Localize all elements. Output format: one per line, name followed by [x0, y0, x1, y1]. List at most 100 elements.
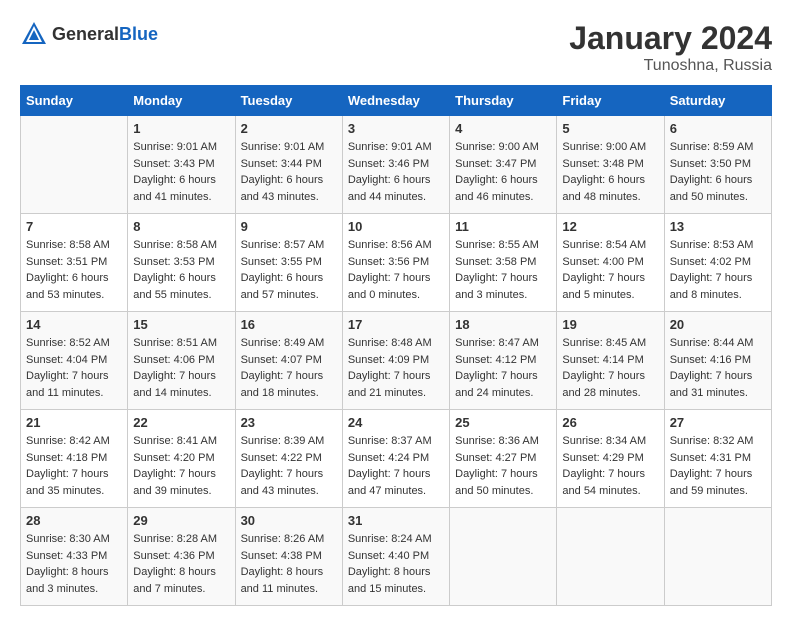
cell-week4-day6: 27Sunrise: 8:32 AMSunset: 4:31 PMDayligh… [664, 410, 771, 508]
cell-week5-day6 [664, 508, 771, 606]
location: Tunoshna, Russia [569, 57, 772, 75]
col-thursday: Thursday [450, 86, 557, 116]
cell-week5-day2: 30 Sunrise: 8:26 AMSunset: 4:38 PMDayligh… [235, 508, 342, 606]
cell-week2-day3: 10Sunrise: 8:56 AMSunset: 3:56 PMDayligh… [342, 214, 449, 312]
day-info: Sunrise: 8:55 AMSunset: 3:58 PMDaylight:… [455, 237, 551, 303]
day-number: 26 [562, 415, 658, 430]
cell-week4-day1: 22 Sunrise: 8:41 AMSunset: 4:20 PMDayligh… [128, 410, 235, 508]
cell-week2-day1: 8 Sunrise: 8:58 AMSunset: 3:53 PMDaylight… [128, 214, 235, 312]
cell-week3-day1: 15 Sunrise: 8:51 AMSunset: 4:06 PMDayligh… [128, 312, 235, 410]
cell-week2-day5: 12Sunrise: 8:54 AMSunset: 4:00 PMDayligh… [557, 214, 664, 312]
day-number: 10 [348, 219, 444, 234]
logo-text-blue: Blue [119, 24, 158, 44]
day-info: Sunrise: 8:58 AMSunset: 3:51 PMDaylight:… [26, 237, 122, 303]
calendar-row-4: 21 Sunrise: 8:42 AMSunset: 4:18 PMDayligh… [21, 410, 772, 508]
day-info: Sunrise: 8:39 AMSunset: 4:22 PMDaylight:… [241, 433, 337, 499]
cell-week4-day5: 26 Sunrise: 8:34 AMSunset: 4:29 PMDayligh… [557, 410, 664, 508]
day-info: Sunrise: 8:26 AMSunset: 4:38 PMDaylight:… [241, 531, 337, 597]
day-info: Sunrise: 8:47 AMSunset: 4:12 PMDaylight:… [455, 335, 551, 401]
title-block: January 2024 Tunoshna, Russia [569, 20, 772, 75]
day-info: Sunrise: 8:24 AMSunset: 4:40 PMDaylight:… [348, 531, 444, 597]
logo-text-general: General [52, 24, 119, 44]
cell-week1-day5: 5Sunrise: 9:00 AMSunset: 3:48 PMDaylight… [557, 116, 664, 214]
day-number: 24 [348, 415, 444, 430]
calendar-row-1: 1 Sunrise: 9:01 AMSunset: 3:43 PMDaylight… [21, 116, 772, 214]
cell-week3-day0: 14Sunrise: 8:52 AMSunset: 4:04 PMDayligh… [21, 312, 128, 410]
day-number: 22 [133, 415, 229, 430]
day-info: Sunrise: 8:49 AMSunset: 4:07 PMDaylight:… [241, 335, 337, 401]
day-number: 19 [562, 317, 658, 332]
cell-week3-day2: 16 Sunrise: 8:49 AMSunset: 4:07 PMDayligh… [235, 312, 342, 410]
day-number: 28 [26, 513, 122, 528]
day-number: 30 [241, 513, 337, 528]
day-info: Sunrise: 8:51 AMSunset: 4:06 PMDaylight:… [133, 335, 229, 401]
cell-week4-day3: 24Sunrise: 8:37 AMSunset: 4:24 PMDayligh… [342, 410, 449, 508]
day-info: Sunrise: 8:41 AMSunset: 4:20 PMDaylight:… [133, 433, 229, 499]
day-number: 1 [133, 121, 229, 136]
day-number: 8 [133, 219, 229, 234]
day-info: Sunrise: 8:34 AMSunset: 4:29 PMDaylight:… [562, 433, 658, 499]
col-tuesday: Tuesday [235, 86, 342, 116]
calendar-body: 1 Sunrise: 9:01 AMSunset: 3:43 PMDaylight… [21, 116, 772, 606]
day-info: Sunrise: 8:45 AMSunset: 4:14 PMDaylight:… [562, 335, 658, 401]
cell-week5-day4 [450, 508, 557, 606]
day-info: Sunrise: 8:42 AMSunset: 4:18 PMDaylight:… [26, 433, 122, 499]
day-info: Sunrise: 9:00 AMSunset: 3:47 PMDaylight:… [455, 139, 551, 205]
cell-week3-day4: 18 Sunrise: 8:47 AMSunset: 4:12 PMDayligh… [450, 312, 557, 410]
day-number: 21 [26, 415, 122, 430]
day-number: 25 [455, 415, 551, 430]
day-info: Sunrise: 8:44 AMSunset: 4:16 PMDaylight:… [670, 335, 766, 401]
cell-week4-day0: 21 Sunrise: 8:42 AMSunset: 4:18 PMDayligh… [21, 410, 128, 508]
day-number: 4 [455, 121, 551, 136]
day-number: 31 [348, 513, 444, 528]
col-sunday: Sunday [21, 86, 128, 116]
day-info: Sunrise: 9:01 AMSunset: 3:43 PMDaylight:… [133, 139, 229, 205]
day-number: 29 [133, 513, 229, 528]
day-info: Sunrise: 8:54 AMSunset: 4:00 PMDaylight:… [562, 237, 658, 303]
calendar-header: Sunday Monday Tuesday Wednesday Thursday… [21, 86, 772, 116]
cell-week2-day0: 7 Sunrise: 8:58 AMSunset: 3:51 PMDaylight… [21, 214, 128, 312]
cell-week1-day1: 1 Sunrise: 9:01 AMSunset: 3:43 PMDaylight… [128, 116, 235, 214]
cell-week1-day0 [21, 116, 128, 214]
cell-week3-day5: 19 Sunrise: 8:45 AMSunset: 4:14 PMDayligh… [557, 312, 664, 410]
day-number: 7 [26, 219, 122, 234]
day-info: Sunrise: 9:01 AMSunset: 3:46 PMDaylight:… [348, 139, 444, 205]
calendar-row-2: 7 Sunrise: 8:58 AMSunset: 3:51 PMDaylight… [21, 214, 772, 312]
cell-week2-day4: 11Sunrise: 8:55 AMSunset: 3:58 PMDayligh… [450, 214, 557, 312]
day-info: Sunrise: 8:53 AMSunset: 4:02 PMDaylight:… [670, 237, 766, 303]
cell-week1-day4: 4 Sunrise: 9:00 AMSunset: 3:47 PMDaylight… [450, 116, 557, 214]
cell-week3-day6: 20Sunrise: 8:44 AMSunset: 4:16 PMDayligh… [664, 312, 771, 410]
day-number: 18 [455, 317, 551, 332]
col-wednesday: Wednesday [342, 86, 449, 116]
day-info: Sunrise: 9:00 AMSunset: 3:48 PMDaylight:… [562, 139, 658, 205]
calendar-row-3: 14Sunrise: 8:52 AMSunset: 4:04 PMDayligh… [21, 312, 772, 410]
cell-week5-day0: 28 Sunrise: 8:30 AMSunset: 4:33 PMDayligh… [21, 508, 128, 606]
cell-week5-day3: 31 Sunrise: 8:24 AMSunset: 4:40 PMDayligh… [342, 508, 449, 606]
page-header: GeneralBlue January 2024 Tunoshna, Russi… [20, 20, 772, 75]
cell-week5-day5 [557, 508, 664, 606]
day-number: 17 [348, 317, 444, 332]
day-number: 27 [670, 415, 766, 430]
cell-week5-day1: 29Sunrise: 8:28 AMSunset: 4:36 PMDayligh… [128, 508, 235, 606]
calendar-row-5: 28 Sunrise: 8:30 AMSunset: 4:33 PMDayligh… [21, 508, 772, 606]
header-row: Sunday Monday Tuesday Wednesday Thursday… [21, 86, 772, 116]
logo: GeneralBlue [20, 20, 158, 48]
day-info: Sunrise: 8:59 AMSunset: 3:50 PMDaylight:… [670, 139, 766, 205]
cell-week1-day3: 3Sunrise: 9:01 AMSunset: 3:46 PMDaylight… [342, 116, 449, 214]
day-info: Sunrise: 8:58 AMSunset: 3:53 PMDaylight:… [133, 237, 229, 303]
day-number: 16 [241, 317, 337, 332]
cell-week2-day2: 9Sunrise: 8:57 AMSunset: 3:55 PMDaylight… [235, 214, 342, 312]
cell-week1-day6: 6Sunrise: 8:59 AMSunset: 3:50 PMDaylight… [664, 116, 771, 214]
day-info: Sunrise: 8:36 AMSunset: 4:27 PMDaylight:… [455, 433, 551, 499]
day-info: Sunrise: 8:48 AMSunset: 4:09 PMDaylight:… [348, 335, 444, 401]
cell-week4-day2: 23Sunrise: 8:39 AMSunset: 4:22 PMDayligh… [235, 410, 342, 508]
cell-week3-day3: 17 Sunrise: 8:48 AMSunset: 4:09 PMDayligh… [342, 312, 449, 410]
day-info: Sunrise: 8:30 AMSunset: 4:33 PMDaylight:… [26, 531, 122, 597]
day-number: 13 [670, 219, 766, 234]
logo-icon [20, 20, 48, 48]
day-number: 9 [241, 219, 337, 234]
day-number: 14 [26, 317, 122, 332]
cell-week2-day6: 13 Sunrise: 8:53 AMSunset: 4:02 PMDayligh… [664, 214, 771, 312]
day-number: 15 [133, 317, 229, 332]
col-saturday: Saturday [664, 86, 771, 116]
